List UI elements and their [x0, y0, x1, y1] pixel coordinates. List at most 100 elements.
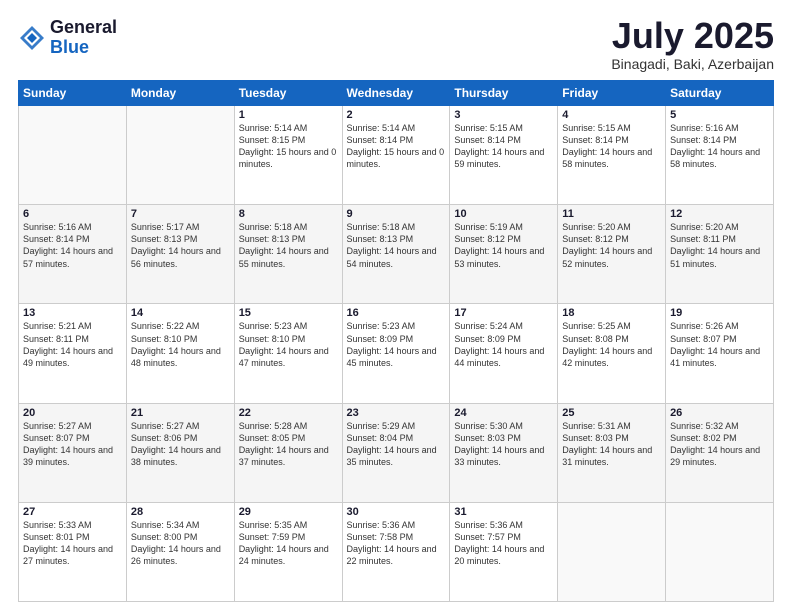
calendar-cell: 21Sunrise: 5:27 AMSunset: 8:06 PMDayligh…: [126, 403, 234, 502]
calendar-cell: [666, 502, 774, 601]
cell-content: Sunrise: 5:25 AMSunset: 8:08 PMDaylight:…: [562, 320, 661, 369]
logo-blue-text: Blue: [50, 37, 89, 57]
day-number: 21: [131, 407, 230, 419]
cell-content: Sunrise: 5:30 AMSunset: 8:03 PMDaylight:…: [454, 420, 553, 469]
day-number: 6: [23, 208, 122, 220]
day-number: 17: [454, 307, 553, 319]
calendar-cell: 9Sunrise: 5:18 AMSunset: 8:13 PMDaylight…: [342, 205, 450, 304]
cell-content: Sunrise: 5:24 AMSunset: 8:09 PMDaylight:…: [454, 320, 553, 369]
calendar-cell: 4Sunrise: 5:15 AMSunset: 8:14 PMDaylight…: [558, 106, 666, 205]
day-number: 25: [562, 407, 661, 419]
calendar-cell: 13Sunrise: 5:21 AMSunset: 8:11 PMDayligh…: [19, 304, 127, 403]
calendar-cell: 6Sunrise: 5:16 AMSunset: 8:14 PMDaylight…: [19, 205, 127, 304]
cell-content: Sunrise: 5:15 AMSunset: 8:14 PMDaylight:…: [562, 122, 661, 171]
cell-content: Sunrise: 5:23 AMSunset: 8:10 PMDaylight:…: [239, 320, 338, 369]
day-number: 9: [347, 208, 446, 220]
calendar-week-row: 27Sunrise: 5:33 AMSunset: 8:01 PMDayligh…: [19, 502, 774, 601]
cell-content: Sunrise: 5:23 AMSunset: 8:09 PMDaylight:…: [347, 320, 446, 369]
cell-content: Sunrise: 5:18 AMSunset: 8:13 PMDaylight:…: [239, 221, 338, 270]
calendar-week-row: 13Sunrise: 5:21 AMSunset: 8:11 PMDayligh…: [19, 304, 774, 403]
day-number: 10: [454, 208, 553, 220]
cell-content: Sunrise: 5:18 AMSunset: 8:13 PMDaylight:…: [347, 221, 446, 270]
cell-content: Sunrise: 5:36 AMSunset: 7:58 PMDaylight:…: [347, 519, 446, 568]
calendar-cell: [558, 502, 666, 601]
day-header-monday: Monday: [126, 81, 234, 106]
calendar-cell: 22Sunrise: 5:28 AMSunset: 8:05 PMDayligh…: [234, 403, 342, 502]
calendar-cell: 10Sunrise: 5:19 AMSunset: 8:12 PMDayligh…: [450, 205, 558, 304]
day-number: 28: [131, 506, 230, 518]
day-number: 3: [454, 109, 553, 121]
cell-content: Sunrise: 5:32 AMSunset: 8:02 PMDaylight:…: [670, 420, 769, 469]
day-number: 18: [562, 307, 661, 319]
day-number: 27: [23, 506, 122, 518]
cell-content: Sunrise: 5:34 AMSunset: 8:00 PMDaylight:…: [131, 519, 230, 568]
day-number: 4: [562, 109, 661, 121]
day-number: 15: [239, 307, 338, 319]
calendar-cell: 14Sunrise: 5:22 AMSunset: 8:10 PMDayligh…: [126, 304, 234, 403]
page: General Blue July 2025 Binagadi, Baki, A…: [0, 0, 792, 612]
cell-content: Sunrise: 5:16 AMSunset: 8:14 PMDaylight:…: [670, 122, 769, 171]
day-number: 19: [670, 307, 769, 319]
cell-content: Sunrise: 5:27 AMSunset: 8:06 PMDaylight:…: [131, 420, 230, 469]
day-header-tuesday: Tuesday: [234, 81, 342, 106]
cell-content: Sunrise: 5:14 AMSunset: 8:14 PMDaylight:…: [347, 122, 446, 171]
day-number: 31: [454, 506, 553, 518]
day-number: 23: [347, 407, 446, 419]
cell-content: Sunrise: 5:20 AMSunset: 8:11 PMDaylight:…: [670, 221, 769, 270]
day-header-sunday: Sunday: [19, 81, 127, 106]
calendar-cell: 16Sunrise: 5:23 AMSunset: 8:09 PMDayligh…: [342, 304, 450, 403]
cell-content: Sunrise: 5:27 AMSunset: 8:07 PMDaylight:…: [23, 420, 122, 469]
cell-content: Sunrise: 5:29 AMSunset: 8:04 PMDaylight:…: [347, 420, 446, 469]
cell-content: Sunrise: 5:26 AMSunset: 8:07 PMDaylight:…: [670, 320, 769, 369]
main-title: July 2025: [611, 18, 774, 54]
day-number: 5: [670, 109, 769, 121]
calendar-cell: 26Sunrise: 5:32 AMSunset: 8:02 PMDayligh…: [666, 403, 774, 502]
calendar-cell: 7Sunrise: 5:17 AMSunset: 8:13 PMDaylight…: [126, 205, 234, 304]
calendar-cell: [126, 106, 234, 205]
calendar-cell: 12Sunrise: 5:20 AMSunset: 8:11 PMDayligh…: [666, 205, 774, 304]
subtitle: Binagadi, Baki, Azerbaijan: [611, 56, 774, 72]
title-area: July 2025 Binagadi, Baki, Azerbaijan: [611, 18, 774, 72]
day-number: 22: [239, 407, 338, 419]
day-number: 30: [347, 506, 446, 518]
cell-content: Sunrise: 5:16 AMSunset: 8:14 PMDaylight:…: [23, 221, 122, 270]
calendar-cell: 5Sunrise: 5:16 AMSunset: 8:14 PMDaylight…: [666, 106, 774, 205]
cell-content: Sunrise: 5:28 AMSunset: 8:05 PMDaylight:…: [239, 420, 338, 469]
header: General Blue July 2025 Binagadi, Baki, A…: [18, 18, 774, 72]
cell-content: Sunrise: 5:35 AMSunset: 7:59 PMDaylight:…: [239, 519, 338, 568]
cell-content: Sunrise: 5:15 AMSunset: 8:14 PMDaylight:…: [454, 122, 553, 171]
day-number: 11: [562, 208, 661, 220]
calendar-cell: 18Sunrise: 5:25 AMSunset: 8:08 PMDayligh…: [558, 304, 666, 403]
cell-content: Sunrise: 5:19 AMSunset: 8:12 PMDaylight:…: [454, 221, 553, 270]
cell-content: Sunrise: 5:20 AMSunset: 8:12 PMDaylight:…: [562, 221, 661, 270]
calendar-cell: 1Sunrise: 5:14 AMSunset: 8:15 PMDaylight…: [234, 106, 342, 205]
day-number: 2: [347, 109, 446, 121]
calendar-cell: 8Sunrise: 5:18 AMSunset: 8:13 PMDaylight…: [234, 205, 342, 304]
day-number: 29: [239, 506, 338, 518]
calendar-cell: 11Sunrise: 5:20 AMSunset: 8:12 PMDayligh…: [558, 205, 666, 304]
calendar-cell: 30Sunrise: 5:36 AMSunset: 7:58 PMDayligh…: [342, 502, 450, 601]
logo-text: General Blue: [50, 18, 117, 58]
calendar-table: SundayMondayTuesdayWednesdayThursdayFrid…: [18, 80, 774, 602]
calendar-week-row: 6Sunrise: 5:16 AMSunset: 8:14 PMDaylight…: [19, 205, 774, 304]
cell-content: Sunrise: 5:36 AMSunset: 7:57 PMDaylight:…: [454, 519, 553, 568]
calendar-cell: 19Sunrise: 5:26 AMSunset: 8:07 PMDayligh…: [666, 304, 774, 403]
calendar-cell: 27Sunrise: 5:33 AMSunset: 8:01 PMDayligh…: [19, 502, 127, 601]
cell-content: Sunrise: 5:31 AMSunset: 8:03 PMDaylight:…: [562, 420, 661, 469]
day-header-thursday: Thursday: [450, 81, 558, 106]
day-number: 1: [239, 109, 338, 121]
day-number: 20: [23, 407, 122, 419]
day-header-wednesday: Wednesday: [342, 81, 450, 106]
calendar-cell: 25Sunrise: 5:31 AMSunset: 8:03 PMDayligh…: [558, 403, 666, 502]
day-number: 7: [131, 208, 230, 220]
day-number: 13: [23, 307, 122, 319]
day-header-saturday: Saturday: [666, 81, 774, 106]
calendar-cell: 15Sunrise: 5:23 AMSunset: 8:10 PMDayligh…: [234, 304, 342, 403]
calendar-cell: 28Sunrise: 5:34 AMSunset: 8:00 PMDayligh…: [126, 502, 234, 601]
logo-general-text: General: [50, 17, 117, 37]
day-number: 14: [131, 307, 230, 319]
cell-content: Sunrise: 5:21 AMSunset: 8:11 PMDaylight:…: [23, 320, 122, 369]
cell-content: Sunrise: 5:14 AMSunset: 8:15 PMDaylight:…: [239, 122, 338, 171]
calendar-cell: [19, 106, 127, 205]
cell-content: Sunrise: 5:17 AMSunset: 8:13 PMDaylight:…: [131, 221, 230, 270]
